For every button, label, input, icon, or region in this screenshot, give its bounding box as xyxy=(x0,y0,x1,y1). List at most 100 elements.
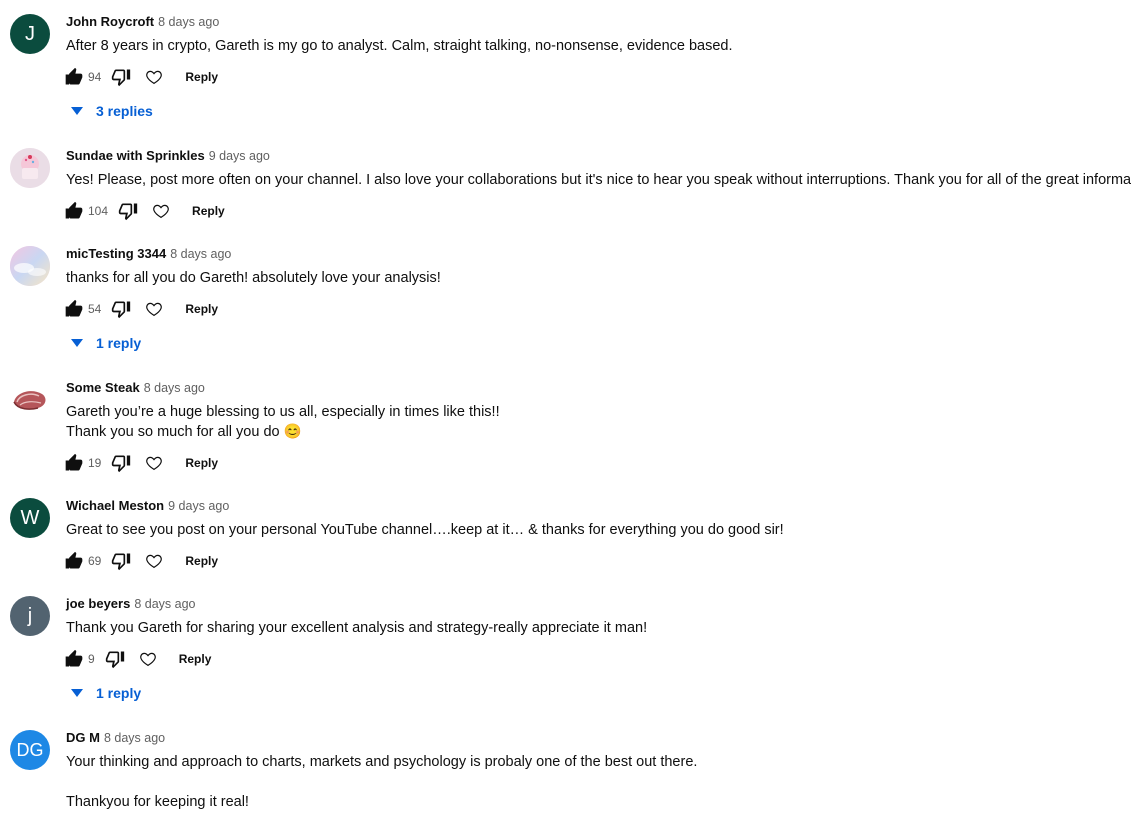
comment-header: John Roycroft 8 days ago xyxy=(66,14,219,29)
like-button[interactable] xyxy=(64,649,84,669)
avatar[interactable] xyxy=(10,148,50,188)
comment-header: joe beyers 8 days ago xyxy=(66,596,196,611)
dislike-button[interactable] xyxy=(111,453,131,473)
heart-icon xyxy=(146,456,163,471)
avatar[interactable]: DG xyxy=(10,730,50,770)
thumbs-down-icon xyxy=(112,69,131,87)
author-name[interactable]: joe beyers xyxy=(66,596,130,611)
avatar[interactable]: J xyxy=(10,14,50,54)
thumbs-down-icon xyxy=(105,651,124,669)
timestamp[interactable]: 8 days ago xyxy=(170,247,231,261)
dislike-button[interactable] xyxy=(105,649,125,669)
steak-avatar-icon xyxy=(10,380,50,420)
comment-line: Thank you so much for all you do 😊 xyxy=(66,424,302,440)
thumbs-down-icon xyxy=(112,301,131,319)
heart-button[interactable] xyxy=(152,202,170,220)
comment-text: After 8 years in crypto, Gareth is my go… xyxy=(66,36,733,56)
dislike-button[interactable] xyxy=(111,551,131,571)
dislike-button[interactable] xyxy=(118,201,138,221)
heart-button[interactable] xyxy=(145,68,163,86)
heart-icon xyxy=(139,652,156,667)
comment-text: Yes! Please, post more often on your cha… xyxy=(66,170,1131,190)
like-count: 9 xyxy=(88,652,95,666)
comment-line: thanks for all you do Gareth! absolutely… xyxy=(66,270,441,286)
like-button[interactable] xyxy=(64,551,84,571)
like-button[interactable] xyxy=(64,67,84,87)
timestamp[interactable]: 9 days ago xyxy=(209,149,270,163)
author-name[interactable]: Some Steak xyxy=(66,380,140,395)
avatar[interactable]: j xyxy=(10,596,50,636)
heart-icon xyxy=(153,204,169,219)
like-count: 104 xyxy=(88,204,109,218)
heart-button[interactable] xyxy=(145,300,163,318)
avatar[interactable] xyxy=(10,380,50,420)
avatar[interactable]: W xyxy=(10,498,50,538)
view-replies-button[interactable]: 1 reply xyxy=(70,685,141,701)
caret-down-icon xyxy=(71,689,83,697)
comment-actions: 9 Reply xyxy=(64,647,211,671)
like-button[interactable] xyxy=(64,201,84,221)
timestamp[interactable]: 9 days ago xyxy=(168,499,229,513)
comment-text: Great to see you post on your personal Y… xyxy=(66,520,784,540)
comment-header: micTesting 3344 8 days ago xyxy=(66,246,231,261)
like-count: 69 xyxy=(88,554,102,568)
thumbs-down-icon xyxy=(112,455,131,473)
author-name[interactable]: John Roycroft xyxy=(66,14,154,29)
comment-actions: 19 Reply xyxy=(64,451,218,475)
comment-line: Gareth you’re a huge blessing to us all,… xyxy=(66,404,500,420)
author-name[interactable]: Sundae with Sprinkles xyxy=(66,148,205,163)
reply-button[interactable]: Reply xyxy=(185,456,218,470)
timestamp[interactable]: 8 days ago xyxy=(104,731,165,745)
heart-icon xyxy=(146,554,163,569)
comment-header: Some Steak 8 days ago xyxy=(66,380,205,395)
thumbs-up-icon xyxy=(65,201,83,219)
reply-button[interactable]: Reply xyxy=(185,554,218,568)
heart-button[interactable] xyxy=(145,454,163,472)
thumbs-down-icon xyxy=(118,203,138,221)
dislike-button[interactable] xyxy=(111,299,131,319)
comment-line: Your thinking and approach to charts, ma… xyxy=(66,754,698,770)
timestamp[interactable]: 8 days ago xyxy=(144,381,205,395)
comment-text: Your thinking and approach to charts, ma… xyxy=(66,752,697,812)
comment-text: Thank you Gareth for sharing your excell… xyxy=(66,618,647,638)
thumbs-down-icon xyxy=(112,553,131,571)
comment-header: DG M 8 days ago xyxy=(66,730,165,745)
thumbs-up-icon xyxy=(65,649,83,667)
reply-button[interactable]: Reply xyxy=(192,204,225,218)
comment-line: After 8 years in crypto, Gareth is my go… xyxy=(66,38,733,54)
comment-header: Sundae with Sprinkles 9 days ago xyxy=(66,148,270,163)
like-button[interactable] xyxy=(64,299,84,319)
heart-icon xyxy=(146,302,163,317)
like-button[interactable] xyxy=(64,453,84,473)
timestamp[interactable]: 8 days ago xyxy=(134,597,195,611)
comment-line: Thankyou for keeping it real! xyxy=(66,794,249,810)
replies-label: 1 reply xyxy=(96,685,142,701)
replies-label: 3 replies xyxy=(96,103,153,119)
pastel-sky-avatar-icon xyxy=(10,246,50,286)
heart-button[interactable] xyxy=(139,650,157,668)
replies-label: 1 reply xyxy=(96,335,142,351)
caret-down-icon xyxy=(71,339,83,347)
timestamp[interactable]: 8 days ago xyxy=(158,15,219,29)
reply-button[interactable]: Reply xyxy=(185,70,218,84)
author-name[interactable]: DG M xyxy=(66,730,100,745)
reply-button[interactable]: Reply xyxy=(185,302,218,316)
view-replies-button[interactable]: 3 replies xyxy=(70,103,153,119)
author-name[interactable]: micTesting 3344 xyxy=(66,246,166,261)
heart-button[interactable] xyxy=(145,552,163,570)
like-count: 94 xyxy=(88,70,102,84)
sundae-avatar-icon xyxy=(10,148,50,188)
comment-line: Yes! Please, post more often on your cha… xyxy=(66,172,1131,188)
reply-button[interactable]: Reply xyxy=(179,652,212,666)
thumbs-up-icon xyxy=(65,67,83,85)
author-name[interactable]: Wichael Meston xyxy=(66,498,164,513)
dislike-button[interactable] xyxy=(111,67,131,87)
avatar[interactable] xyxy=(10,246,50,286)
caret-down-icon xyxy=(71,107,83,115)
comment-line: Thank you Gareth for sharing your excell… xyxy=(66,620,648,636)
thumbs-up-icon xyxy=(65,299,83,317)
like-count: 19 xyxy=(88,456,102,470)
thumbs-up-icon xyxy=(65,453,83,471)
view-replies-button[interactable]: 1 reply xyxy=(70,335,141,351)
thumbs-up-icon xyxy=(65,551,83,569)
